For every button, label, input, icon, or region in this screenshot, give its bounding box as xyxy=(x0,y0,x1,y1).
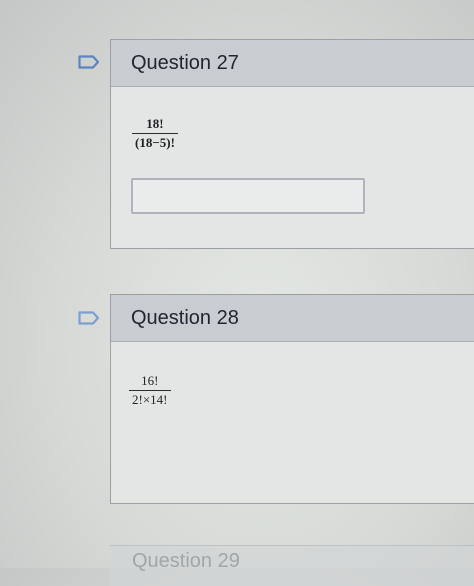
question-title-partial: Question 29 xyxy=(132,550,240,572)
fraction-numerator: 18! xyxy=(132,116,178,134)
fraction-denominator: (18−5)! xyxy=(135,135,175,150)
fraction-expression: 18! (18−5)! xyxy=(132,116,178,151)
flag-icon[interactable] xyxy=(78,311,100,325)
question-card-27: Question 27 18! (18−5)! xyxy=(110,39,474,249)
flag-icon[interactable] xyxy=(78,55,100,69)
question-card-28: Question 28 16! 2!×14! xyxy=(110,294,474,504)
fraction-numerator: 16! xyxy=(129,373,171,391)
fraction-expression: 16! 2!×14! xyxy=(129,373,171,408)
answer-input[interactable] xyxy=(131,178,365,214)
fraction-denominator: 2!×14! xyxy=(132,392,168,407)
question-title: Question 27 xyxy=(111,40,474,87)
question-title: Question 28 xyxy=(111,295,474,342)
